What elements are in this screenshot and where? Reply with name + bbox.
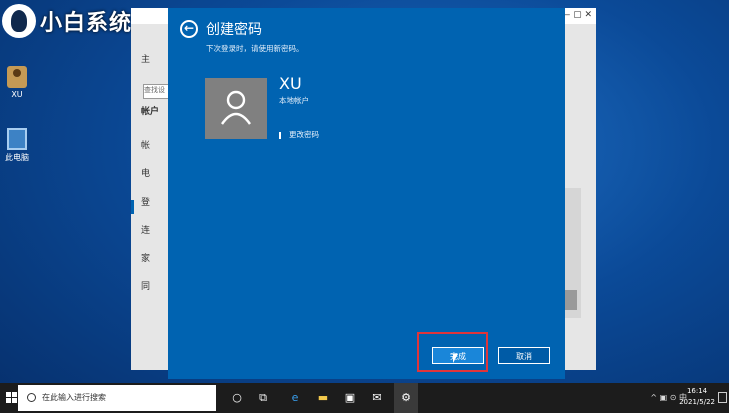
- search-icon: [27, 393, 36, 402]
- notification-icon[interactable]: [718, 392, 727, 403]
- edge-icon[interactable]: e: [288, 391, 302, 405]
- settings-sidebar: 主 查找设 帐户 帐 电 登 连 家 同: [131, 24, 173, 370]
- sidebar-item-signin[interactable]: 登: [141, 195, 150, 208]
- create-password-dialog: ← 创建密码 下次登录时，请使用新密码。 XU 本地帐户 更改密码 完成 取消: [168, 8, 565, 379]
- back-button[interactable]: ←: [180, 20, 198, 38]
- sidebar-item-email[interactable]: 电: [141, 166, 150, 179]
- sidebar-item-family[interactable]: 家: [141, 251, 150, 264]
- cancel-button[interactable]: 取消: [498, 347, 550, 364]
- window-controls[interactable]: — ▢ ✕: [561, 10, 592, 20]
- store-icon[interactable]: ▣: [343, 391, 357, 405]
- file-explorer-icon[interactable]: ▬: [316, 391, 330, 405]
- clock-date: 2021/5/22: [679, 398, 715, 406]
- logo-icon: [2, 4, 36, 38]
- taskbar-search-input[interactable]: 在此输入进行搜索: [18, 385, 216, 411]
- search-placeholder: 在此输入进行搜索: [42, 393, 106, 402]
- desktop-icon-label: 此电脑: [5, 153, 29, 162]
- user-icon: [221, 90, 251, 125]
- clock[interactable]: 16:14 2021/5/22: [679, 386, 715, 408]
- sidebar-selected-indicator: [131, 200, 134, 214]
- taskbar: 在此输入进行搜索 ○ ⧉ e ▬ ▣ ✉ ⚙ ^ ▣ ⊙ 中 16:14 202…: [0, 383, 729, 413]
- mouse-cursor-icon: [453, 354, 458, 363]
- desktop-icon-label: XU: [11, 90, 23, 99]
- desktop-icon-user[interactable]: XU: [0, 66, 34, 99]
- gear-icon: ⚙: [401, 391, 411, 404]
- arrow-left-icon: ←: [183, 21, 195, 35]
- desktop: 小白系统 XU 此电脑 — ▢ ✕ 主 查找设 帐户 帐 电 登 连 家 同 ←…: [0, 0, 729, 383]
- watermark-text: 小白系统: [40, 11, 133, 36]
- done-button[interactable]: 完成: [432, 347, 484, 364]
- sidebar-item-your-info[interactable]: 帐: [141, 138, 150, 151]
- sidebar-item-work[interactable]: 连: [141, 223, 150, 236]
- change-password-link[interactable]: 更改密码: [279, 129, 319, 140]
- sidebar-item-home[interactable]: 主: [141, 52, 150, 65]
- dialog-subtitle: 下次登录时，请使用新密码。: [206, 44, 304, 53]
- this-pc-icon: [7, 128, 27, 150]
- sidebar-section-accounts: 帐户: [141, 107, 160, 117]
- dialog-title: 创建密码: [206, 22, 262, 38]
- cortana-icon[interactable]: ○: [230, 391, 244, 405]
- user-folder-icon: [7, 66, 27, 88]
- mail-icon[interactable]: ✉: [370, 391, 384, 405]
- task-view-icon[interactable]: ⧉: [256, 391, 270, 405]
- sidebar-item-sync[interactable]: 同: [141, 279, 150, 292]
- loading-icon: [279, 131, 281, 139]
- account-type: 本地帐户: [279, 96, 309, 105]
- watermark-logo: 小白系统: [2, 2, 132, 40]
- clock-time: 16:14: [686, 387, 708, 395]
- avatar: [205, 78, 267, 139]
- username: XU: [279, 74, 302, 93]
- start-button[interactable]: [6, 392, 18, 404]
- settings-taskbar-active[interactable]: ⚙: [394, 383, 418, 413]
- desktop-icon-this-pc[interactable]: 此电脑: [0, 128, 34, 163]
